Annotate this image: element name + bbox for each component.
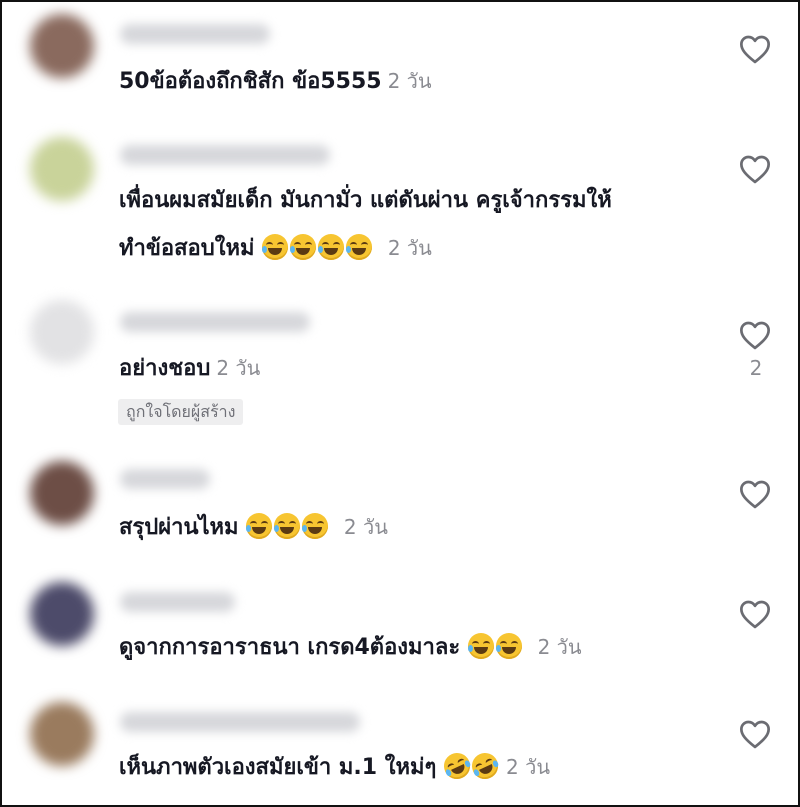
emoji-group xyxy=(239,513,338,540)
comment-time: 2 วัน xyxy=(506,755,550,779)
username-blurred[interactable] xyxy=(120,312,310,332)
avatar[interactable] xyxy=(30,461,94,525)
heart-outline-icon[interactable] xyxy=(738,599,772,629)
avatar[interactable] xyxy=(30,582,94,646)
heart-outline-icon[interactable] xyxy=(738,719,772,749)
comment-text-row: เห็นภาพตัวเองสมัยเข้า ม.1 ใหม่ๆ 2 วัน xyxy=(119,748,550,785)
username-blurred[interactable] xyxy=(120,145,330,165)
avatar[interactable] xyxy=(30,137,94,201)
rofl-emoji xyxy=(467,748,503,784)
username-blurred[interactable] xyxy=(120,24,270,44)
comment-text: สรุปผ่านไหม xyxy=(119,515,239,540)
comment-time: 2 วัน xyxy=(387,236,432,260)
comment-text: 50ข้อต้องถึกชิสัก ข้อ5555 xyxy=(119,69,382,94)
comment-text-row: 50ข้อต้องถึกชิสัก ข้อ5555 2 วัน xyxy=(119,64,432,99)
grinning-sweat-emoji xyxy=(346,234,373,260)
comment-time: 2 วัน xyxy=(537,635,582,659)
username-blurred[interactable] xyxy=(120,469,210,489)
grinning-sweat-emoji xyxy=(262,234,289,260)
heart-outline-icon[interactable] xyxy=(738,34,772,64)
comment-text: ทำข้อสอบใหม่ xyxy=(119,236,255,261)
grinning-sweat-emoji xyxy=(290,234,317,260)
comment-text: อย่างชอบ xyxy=(119,356,211,381)
comment-list: 50ข้อต้องถึกชิสัก ข้อ5555 2 วัน เพื่อนผมส… xyxy=(0,0,800,807)
comment-text: เห็นภาพตัวเองสมัยเข้า ม.1 ใหม่ๆ xyxy=(119,755,437,780)
comment-time: 2 วัน xyxy=(343,515,388,539)
emoji-group xyxy=(254,234,381,261)
comment-time: 2 วัน xyxy=(387,69,432,93)
comment-text: ดูจากการอาราธนา เกรด4ต้องมาละ xyxy=(119,635,461,660)
grinning-sweat-emoji xyxy=(495,633,522,659)
avatar[interactable] xyxy=(30,14,94,78)
like-count: 2 xyxy=(749,356,763,380)
comment-text-row: ดูจากการอาราธนา เกรด4ต้องมาละ 2 วัน xyxy=(119,630,582,665)
rofl-emoji xyxy=(439,748,475,784)
comment-text-row: ทำข้อสอบใหม่ 2 วัน xyxy=(119,231,432,266)
grinning-sweat-emoji xyxy=(302,513,329,539)
heart-outline-icon[interactable] xyxy=(738,320,772,350)
grinning-sweat-emoji xyxy=(246,513,273,539)
emoji-group xyxy=(439,748,503,784)
avatar[interactable] xyxy=(30,702,94,766)
username-blurred[interactable] xyxy=(120,712,360,732)
grinning-sweat-emoji xyxy=(274,513,301,539)
grinning-sweat-emoji xyxy=(467,633,494,659)
comment-text-row: อย่างชอบ 2 วัน xyxy=(119,351,260,386)
heart-outline-icon[interactable] xyxy=(738,479,772,509)
comment-time: 2 วัน xyxy=(216,356,261,380)
liked-by-creator-badge: ถูกใจโดยผู้สร้าง xyxy=(118,399,244,425)
username-blurred[interactable] xyxy=(120,592,235,612)
grinning-sweat-emoji xyxy=(318,234,345,260)
comment-text-line: เพื่อนผมสมัยเด็ก มันกามั่ว แต่ดันผ่าน คร… xyxy=(119,188,612,213)
avatar[interactable] xyxy=(30,300,94,364)
comment-text-row: สรุปผ่านไหม 2 วัน xyxy=(119,510,388,545)
heart-outline-icon[interactable] xyxy=(738,154,772,184)
emoji-group xyxy=(460,633,531,660)
